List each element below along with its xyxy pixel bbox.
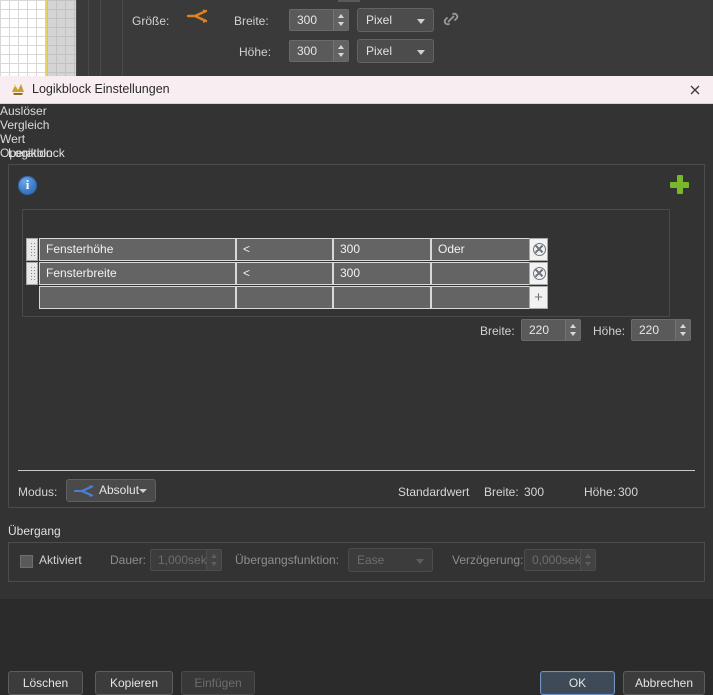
copy-button[interactable]: Kopieren [95,671,173,695]
result-width-spinner[interactable]: 220 [521,319,581,341]
column-header-comparison: Vergleich [0,118,50,132]
width-value: 300 [297,13,318,27]
cell-comparison: < [243,242,251,256]
transition-function-label: Übergangsfunktion: [235,553,340,567]
transition-function-value: Ease [357,553,385,567]
result-height-spinner[interactable]: 220 [631,319,691,341]
default-width-value: 300 [524,485,545,499]
screen: Größe: Breite: 300 Pixel Höhe: 300 Pixel… [0,0,713,695]
table-row[interactable]: Fensterhöhe [39,238,236,261]
result-height-stepper[interactable] [675,320,690,340]
width-unit-select[interactable]: Pixel [357,8,434,32]
column-header-trigger: Auslöser [0,104,47,118]
height-spinner[interactable]: 300 [289,40,349,62]
canvas-grid-grey [47,0,76,76]
duration-stepper[interactable] [206,550,221,570]
logikblock-group-label: Logikblock [8,146,65,160]
width-stepper[interactable] [333,10,348,30]
result-width-stepper[interactable] [565,320,580,340]
width-label: Breite: [234,14,269,28]
size-label: Größe: [132,14,170,28]
cell-operation: Oder [438,242,465,256]
result-width-label: Breite: [480,324,515,338]
dialog-titlebar: Logikblock Einstellungen [0,76,713,104]
logic-branch-icon[interactable] [186,8,208,26]
defaults-caption: Standardwert [398,485,470,499]
transition-enabled-label: Aktiviert [39,553,82,567]
clipped-field-above [338,0,360,2]
default-width-label: Breite: [484,485,519,499]
default-height-label: Höhe: [584,485,617,499]
remove-row-icon[interactable] [529,262,548,285]
chevron-down-icon [416,559,424,564]
duration-value: 1,000sek [158,553,207,567]
info-icon[interactable] [18,176,37,195]
table-cell-value[interactable] [333,286,431,309]
transition-group-label: Übergang [8,524,61,538]
paste-button: Einfügen [181,671,255,695]
column-header-value: Wert [0,132,26,146]
cancel-button[interactable]: Abbrechen [623,671,705,695]
table-cell-comparison[interactable]: < [236,262,333,285]
table-cell-operation[interactable] [431,262,532,285]
cell-value: 300 [340,242,361,256]
table-cell-value[interactable]: 300 [333,238,431,261]
background-application: Größe: Breite: 300 Pixel Höhe: 300 Pixel [0,0,713,76]
chevron-down-icon [139,489,147,493]
height-label: Höhe: [239,45,272,59]
table-row-drag-handle[interactable] [26,238,38,261]
delay-stepper[interactable] [580,550,595,570]
result-height-value: 220 [639,323,660,337]
table-row[interactable]: Fensterbreite [39,262,236,285]
table-cell-comparison[interactable]: < [236,238,333,261]
table-row[interactable] [39,286,236,309]
table-row-drag-handle[interactable] [26,262,38,285]
table-cell-operation[interactable] [431,286,532,309]
dialog-body: Logikblock Auslöser Vergleich Wert Opera… [0,104,713,695]
duration-label: Dauer: [110,553,147,567]
result-height-label: Höhe: [593,324,626,338]
transition-enabled-checkbox[interactable] [20,555,33,568]
section-divider [18,470,695,471]
remove-row-icon[interactable] [529,238,548,261]
cell-trigger: Fensterbreite [46,266,117,280]
add-row-icon[interactable]: + [529,286,548,309]
cell-trigger: Fensterhöhe [46,242,114,256]
canvas-preview [0,0,76,76]
mode-value: Absolut [99,483,140,497]
delay-label: Verzögerung: [452,553,524,567]
delay-value: 0,000sek [532,553,581,567]
close-icon[interactable] [685,80,705,100]
transition-function-select[interactable]: Ease [348,548,433,572]
mode-label: Modus: [18,485,58,499]
table-cell-operation[interactable]: Oder [431,238,532,261]
default-height-value: 300 [618,485,639,499]
canvas-grid-white [0,0,45,76]
logic-branch-icon [73,485,94,497]
duration-spinner[interactable]: 1,000sek [150,549,222,571]
cell-value: 300 [340,266,361,280]
dialog-title: Logikblock Einstellungen [32,82,170,96]
ok-button[interactable]: OK [540,671,615,695]
height-stepper[interactable] [333,41,348,61]
delay-spinner[interactable]: 0,000sek [524,549,596,571]
properties-panel: Größe: Breite: 300 Pixel Höhe: 300 Pixel [76,0,713,76]
chevron-down-icon [417,50,425,55]
width-spinner[interactable]: 300 [289,9,349,31]
add-plus-icon[interactable] [670,175,689,194]
cell-comparison: < [243,266,251,280]
logic-block-settings-dialog: Logikblock Einstellungen Logikblock Ausl… [0,76,713,695]
app-icon [12,84,24,95]
chain-link-icon[interactable] [442,10,460,28]
height-unit-select[interactable]: Pixel [357,39,434,63]
table-cell-value[interactable]: 300 [333,262,431,285]
mode-select[interactable]: Absolut [66,479,156,502]
width-unit-value: Pixel [366,13,393,27]
height-unit-value: Pixel [366,44,393,58]
result-width-value: 220 [529,323,550,337]
delete-button[interactable]: Löschen [8,671,83,695]
height-value: 300 [297,44,318,58]
table-cell-comparison[interactable] [236,286,333,309]
chevron-down-icon [417,19,425,24]
